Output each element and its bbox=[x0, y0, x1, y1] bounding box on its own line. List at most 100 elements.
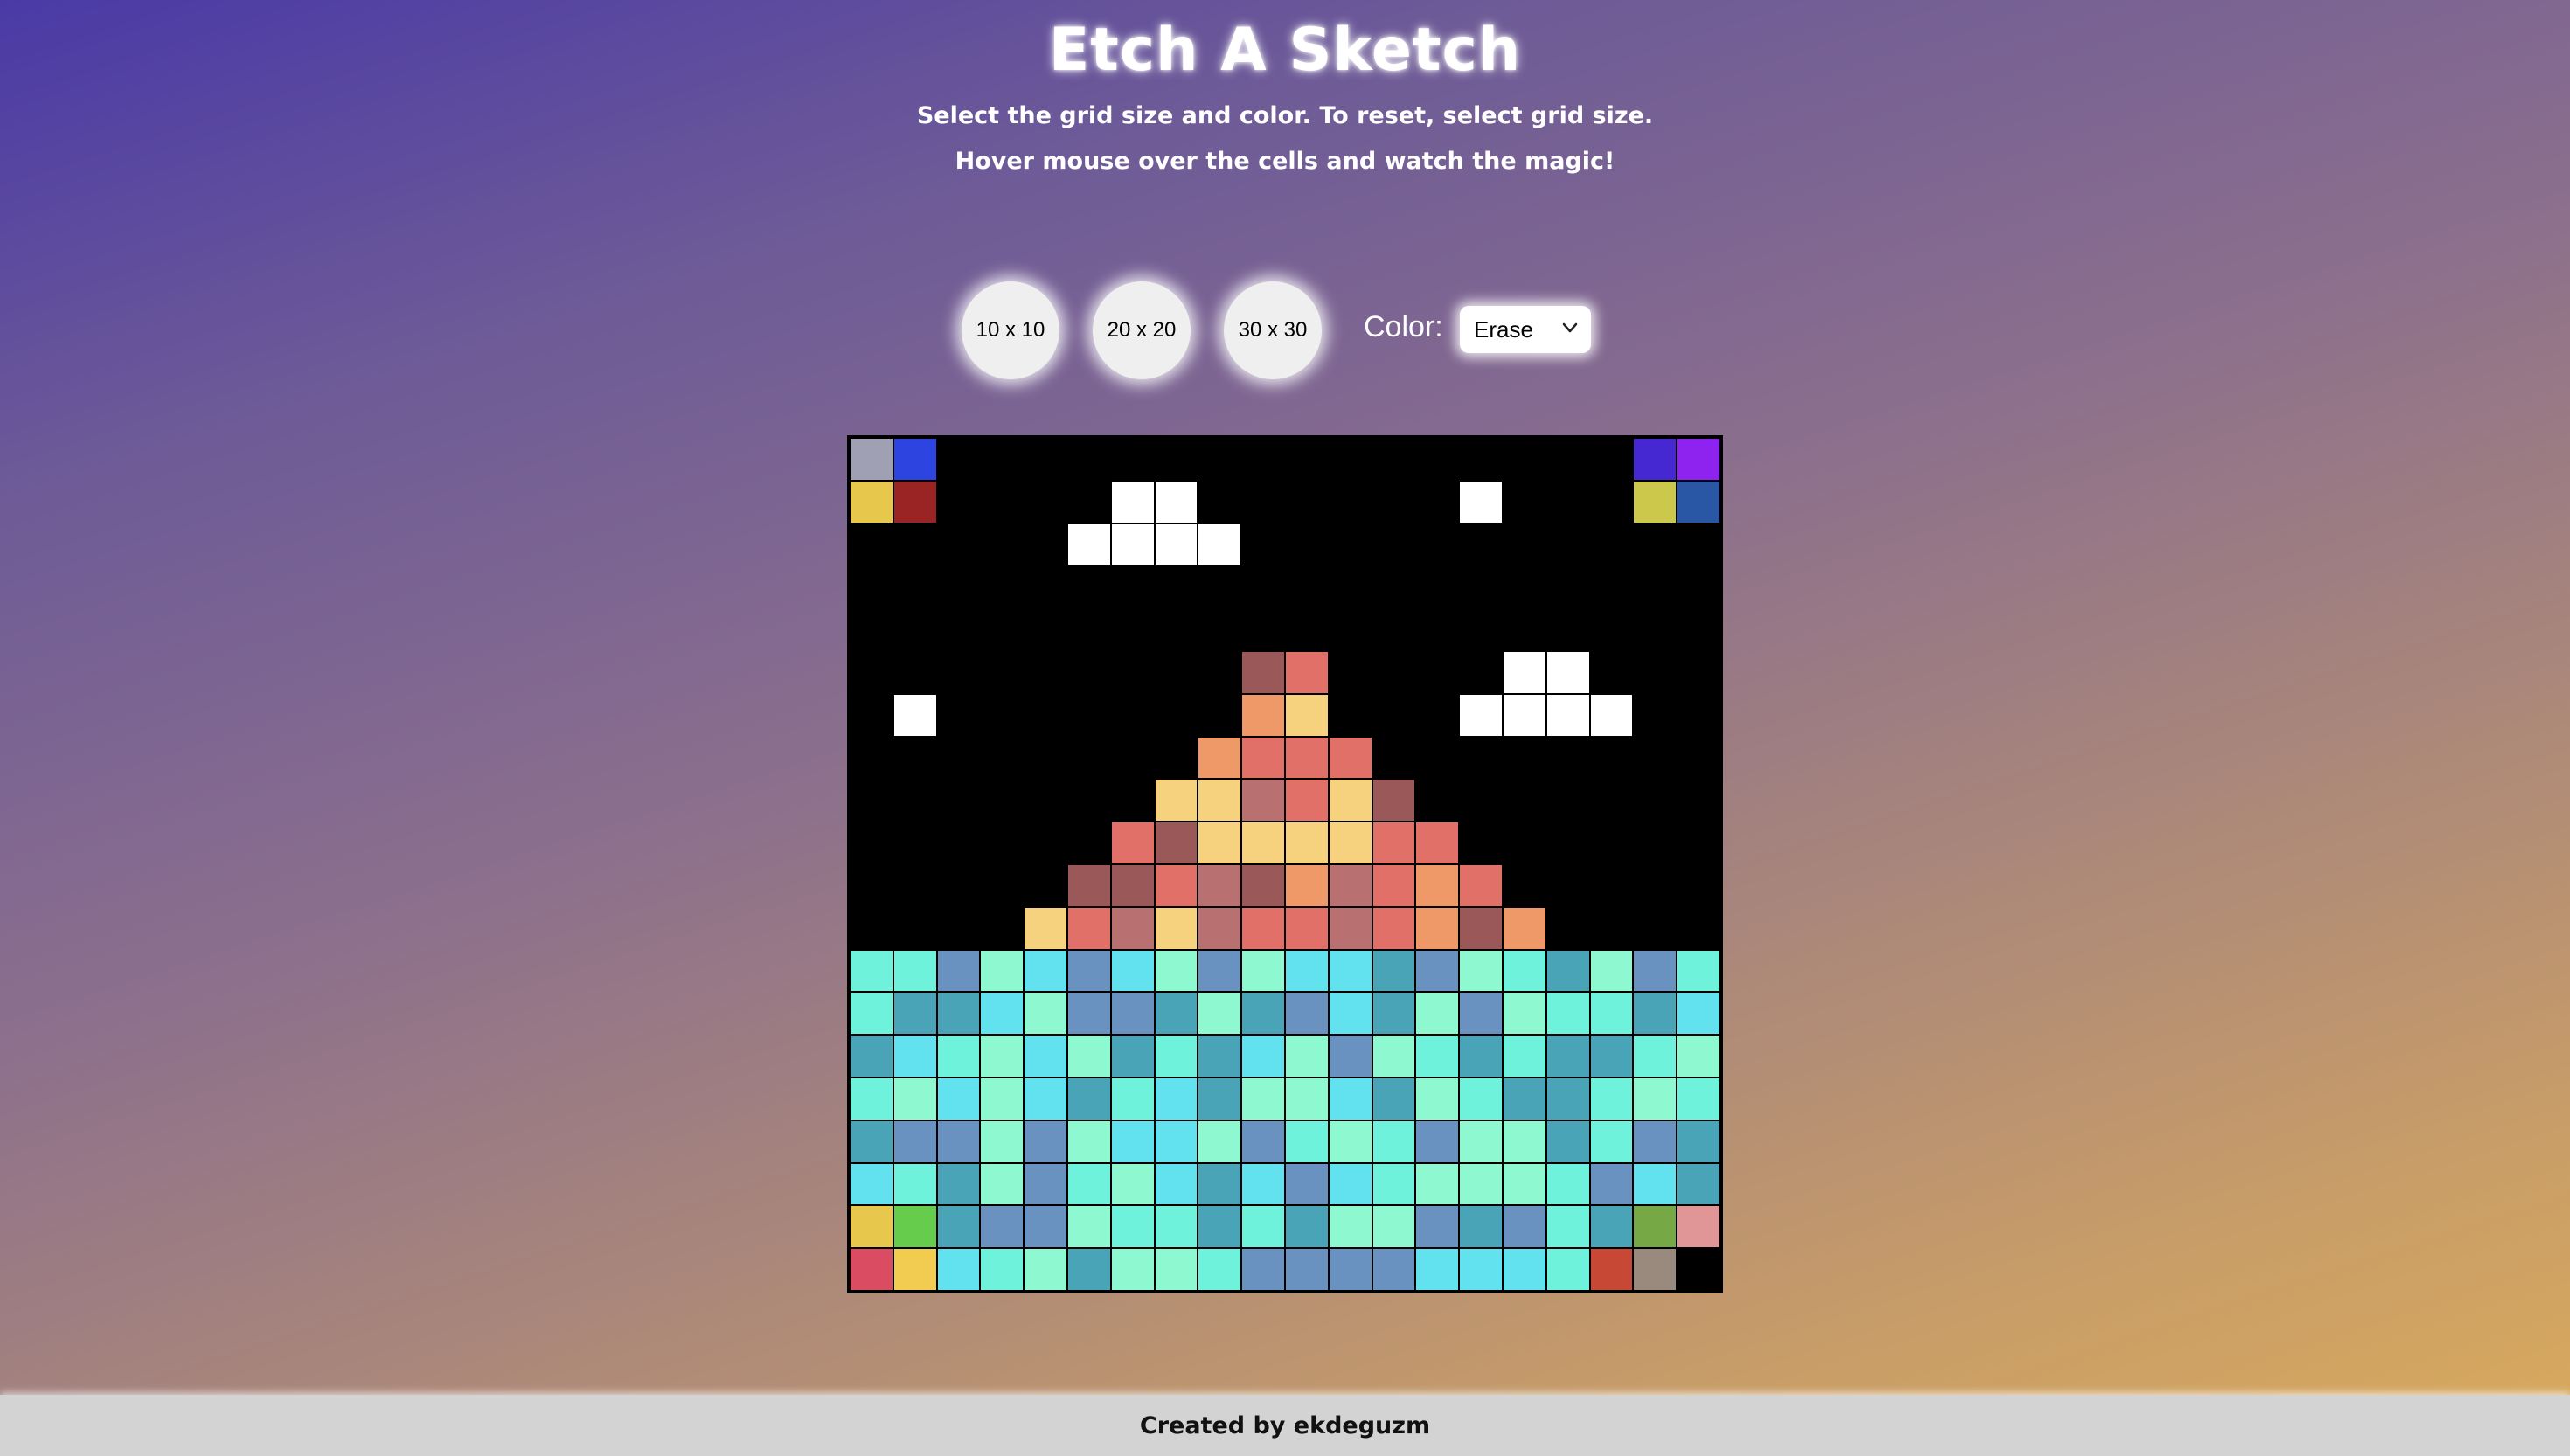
grid-cell[interactable] bbox=[1416, 609, 1459, 650]
grid-size-10-button[interactable]: 10 x 10 bbox=[962, 281, 1059, 379]
grid-cell[interactable] bbox=[1329, 523, 1372, 565]
grid-cell[interactable] bbox=[1111, 481, 1154, 523]
grid-cell[interactable] bbox=[1198, 523, 1241, 565]
grid-cell[interactable] bbox=[1067, 1036, 1110, 1077]
grid-cell[interactable] bbox=[1372, 950, 1415, 992]
grid-cell[interactable] bbox=[1416, 1206, 1459, 1248]
grid-cell[interactable] bbox=[1372, 907, 1415, 949]
color-select[interactable]: Erase bbox=[1460, 306, 1591, 353]
grid-cell[interactable] bbox=[893, 481, 936, 523]
grid-cell[interactable] bbox=[1285, 1163, 1328, 1205]
grid-cell[interactable] bbox=[1025, 694, 1066, 736]
grid-cell[interactable] bbox=[1460, 1249, 1502, 1290]
grid-cell[interactable] bbox=[1198, 907, 1241, 949]
grid-cell[interactable] bbox=[1503, 737, 1545, 779]
grid-cell[interactable] bbox=[1111, 566, 1154, 608]
grid-cell[interactable] bbox=[1155, 950, 1198, 992]
grid-cell[interactable] bbox=[981, 651, 1024, 693]
grid-cell[interactable] bbox=[1111, 1120, 1154, 1162]
grid-cell[interactable] bbox=[937, 694, 980, 736]
grid-cell[interactable] bbox=[1111, 1206, 1154, 1248]
grid-cell[interactable] bbox=[1503, 822, 1545, 863]
grid-cell[interactable] bbox=[1285, 481, 1328, 523]
grid-cell[interactable] bbox=[1155, 1163, 1198, 1205]
grid-cell[interactable] bbox=[1634, 822, 1677, 863]
grid-cell[interactable] bbox=[937, 651, 980, 693]
grid-cell[interactable] bbox=[1329, 1206, 1372, 1248]
grid-cell[interactable] bbox=[1025, 907, 1066, 949]
grid-cell[interactable] bbox=[1503, 1120, 1545, 1162]
grid-cell[interactable] bbox=[1329, 1036, 1372, 1077]
grid-cell[interactable] bbox=[1198, 651, 1241, 693]
grid-cell[interactable] bbox=[1372, 1249, 1415, 1290]
grid-cell[interactable] bbox=[1590, 439, 1633, 480]
grid-cell[interactable] bbox=[981, 950, 1024, 992]
grid-cell[interactable] bbox=[981, 1036, 1024, 1077]
grid-cell[interactable] bbox=[1198, 1163, 1241, 1205]
grid-cell[interactable] bbox=[1067, 907, 1110, 949]
grid-cell[interactable] bbox=[1111, 694, 1154, 736]
grid-cell[interactable] bbox=[981, 1249, 1024, 1290]
grid-cell[interactable] bbox=[1067, 864, 1110, 906]
grid-cell[interactable] bbox=[851, 523, 893, 565]
grid-cell[interactable] bbox=[1329, 907, 1372, 949]
grid-cell[interactable] bbox=[1546, 566, 1589, 608]
grid-cell[interactable] bbox=[1634, 439, 1677, 480]
grid-cell[interactable] bbox=[1677, 1163, 1719, 1205]
grid-cell[interactable] bbox=[1067, 950, 1110, 992]
grid-cell[interactable] bbox=[1546, 481, 1589, 523]
grid-cell[interactable] bbox=[1242, 1206, 1284, 1248]
grid-cell[interactable] bbox=[1329, 1078, 1372, 1120]
grid-cell[interactable] bbox=[1590, 1249, 1633, 1290]
grid-cell[interactable] bbox=[1546, 523, 1589, 565]
grid-cell[interactable] bbox=[981, 907, 1024, 949]
grid-cell[interactable] bbox=[1285, 780, 1328, 822]
grid-cell[interactable] bbox=[1329, 566, 1372, 608]
grid-cell[interactable] bbox=[1242, 864, 1284, 906]
grid-cell[interactable] bbox=[1111, 1249, 1154, 1290]
grid-cell[interactable] bbox=[981, 1206, 1024, 1248]
grid-cell[interactable] bbox=[1372, 694, 1415, 736]
grid-cell[interactable] bbox=[1111, 737, 1154, 779]
grid-cell[interactable] bbox=[1416, 1120, 1459, 1162]
grid-cell[interactable] bbox=[893, 780, 936, 822]
grid-cell[interactable] bbox=[1025, 439, 1066, 480]
grid-cell[interactable] bbox=[1155, 609, 1198, 650]
grid-cell[interactable] bbox=[1242, 1120, 1284, 1162]
grid-cell[interactable] bbox=[1677, 737, 1719, 779]
grid-cell[interactable] bbox=[1025, 481, 1066, 523]
grid-cell[interactable] bbox=[851, 694, 893, 736]
grid-cell[interactable] bbox=[893, 1163, 936, 1205]
grid-cell[interactable] bbox=[1242, 566, 1284, 608]
grid-cell[interactable] bbox=[1285, 993, 1328, 1035]
grid-cell[interactable] bbox=[1242, 780, 1284, 822]
grid-cell[interactable] bbox=[1416, 1078, 1459, 1120]
grid-cell[interactable] bbox=[1460, 694, 1502, 736]
grid-cell[interactable] bbox=[1416, 523, 1459, 565]
grid-cell[interactable] bbox=[1460, 1163, 1502, 1205]
grid-cell[interactable] bbox=[1546, 1249, 1589, 1290]
grid-cell[interactable] bbox=[1416, 566, 1459, 608]
grid-cell[interactable] bbox=[1329, 1120, 1372, 1162]
grid-cell[interactable] bbox=[1634, 1120, 1677, 1162]
grid-cell[interactable] bbox=[1677, 481, 1719, 523]
grid-cell[interactable] bbox=[851, 993, 893, 1035]
grid-cell[interactable] bbox=[1198, 950, 1241, 992]
grid-cell[interactable] bbox=[851, 1120, 893, 1162]
grid-cell[interactable] bbox=[1198, 694, 1241, 736]
grid-cell[interactable] bbox=[1546, 993, 1589, 1035]
grid-cell[interactable] bbox=[1590, 864, 1633, 906]
grid-cell[interactable] bbox=[851, 481, 893, 523]
grid-cell[interactable] bbox=[1025, 864, 1066, 906]
grid-cell[interactable] bbox=[1546, 439, 1589, 480]
grid-cell[interactable] bbox=[893, 439, 936, 480]
grid-cell[interactable] bbox=[981, 566, 1024, 608]
grid-cell[interactable] bbox=[1546, 864, 1589, 906]
grid-cell[interactable] bbox=[1111, 907, 1154, 949]
sketch-grid[interactable] bbox=[847, 435, 1723, 1293]
grid-cell[interactable] bbox=[1242, 609, 1284, 650]
grid-cell[interactable] bbox=[1677, 1036, 1719, 1077]
grid-cell[interactable] bbox=[1372, 993, 1415, 1035]
grid-cell[interactable] bbox=[1416, 737, 1459, 779]
grid-cell[interactable] bbox=[893, 737, 936, 779]
